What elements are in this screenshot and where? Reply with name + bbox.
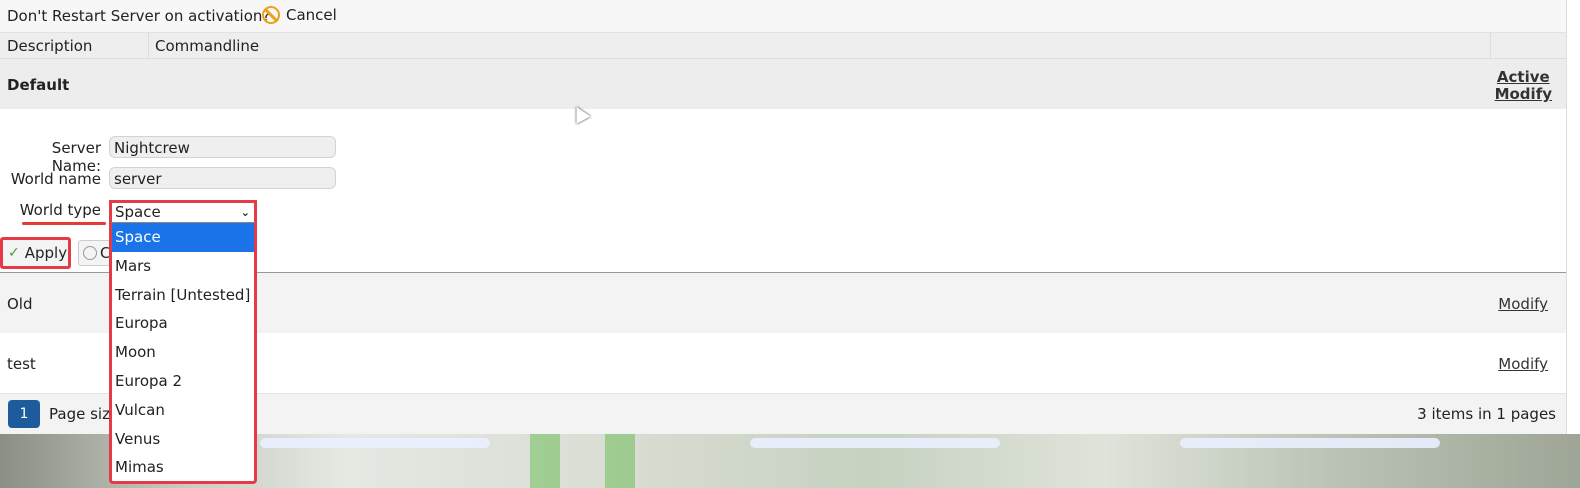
check-icon: ✓ <box>8 245 20 261</box>
dropdown-option[interactable]: Europa <box>112 309 254 338</box>
restart-bar: Don't Restart Server on activation? Canc… <box>0 0 1566 33</box>
world-name-field[interactable]: server <box>109 167 336 189</box>
world-type-selected: Space <box>115 203 161 221</box>
dropdown-option[interactable]: Terrain [Untested] <box>112 281 254 310</box>
world-type-dropdown: Space Mars Terrain [Untested] Europa Moon Eur… <box>109 222 257 484</box>
row-name: Old <box>7 295 33 313</box>
dropdown-option[interactable]: Moon <box>112 338 254 367</box>
world-type-label: World type <box>19 201 101 219</box>
restart-question: Don't Restart Server on activation? <box>7 7 271 25</box>
dropdown-option[interactable]: Europa 2 <box>112 367 254 396</box>
page-button-1[interactable]: 1 <box>8 400 40 428</box>
row-name: test <box>7 355 36 373</box>
cancel-button[interactable]: Cancel <box>262 6 337 24</box>
apply-button[interactable]: ✓ Apply <box>0 237 71 269</box>
active-link[interactable]: Active <box>1495 69 1552 86</box>
background-pole <box>530 434 560 488</box>
world-type-select[interactable]: Space ⌄ <box>109 200 257 222</box>
dropdown-option[interactable]: Venus <box>112 425 254 454</box>
highlight-underline <box>22 222 106 225</box>
modify-link[interactable]: Modify <box>1495 86 1552 103</box>
dropdown-option[interactable]: Mimas <box>112 453 254 482</box>
cancel-label: Cancel <box>286 6 337 24</box>
dropdown-option[interactable]: Mars <box>112 252 254 281</box>
background-light <box>260 438 490 448</box>
dropdown-option[interactable]: Vulcan <box>112 396 254 425</box>
table-row-default: Default Active Modify <box>0 59 1566 109</box>
apply-label: Apply <box>24 244 68 262</box>
ban-icon <box>83 246 97 260</box>
column-commandline[interactable]: Commandline <box>149 33 1491 58</box>
table-header: Description Commandline <box>0 33 1566 59</box>
row-name: Default <box>7 76 70 94</box>
server-name-field[interactable]: Nightcrew <box>109 136 336 158</box>
world-name-label: World name <box>10 170 101 188</box>
pager-info: 3 items in 1 pages <box>1417 405 1556 423</box>
modify-link[interactable]: Modify <box>1498 355 1548 373</box>
background-pole <box>605 434 635 488</box>
row-actions: Active Modify <box>1495 69 1552 103</box>
ban-icon <box>262 6 280 24</box>
dropdown-option[interactable]: Space <box>112 223 254 252</box>
background-light <box>1180 438 1440 448</box>
background-light <box>750 438 1000 448</box>
modify-link[interactable]: Modify <box>1498 295 1548 313</box>
chevron-down-icon: ⌄ <box>240 206 250 219</box>
column-description[interactable]: Description <box>0 33 149 58</box>
